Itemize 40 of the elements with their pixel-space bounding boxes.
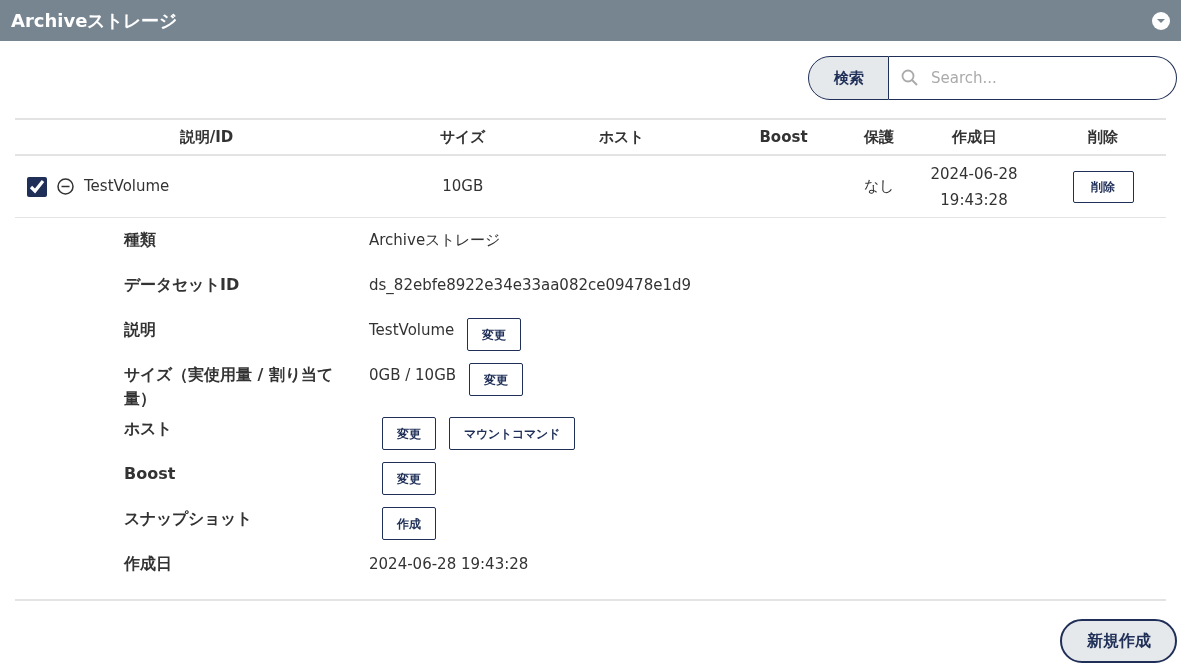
- detail-label: データセットID: [124, 274, 241, 296]
- column-header: 作成日: [951, 126, 997, 148]
- detail-value: Archiveストレージ: [369, 230, 501, 251]
- change-button[interactable]: 変更: [382, 417, 436, 450]
- detail-label: ホスト: [124, 418, 173, 440]
- detail-label: Boost: [124, 463, 177, 485]
- detail-label: 説明: [124, 319, 157, 341]
- new-button[interactable]: 新規作成: [1060, 619, 1177, 663]
- column-header: サイズ: [440, 126, 486, 148]
- volume-name: TestVolume: [84, 176, 170, 198]
- change-button[interactable]: 変更: [382, 462, 436, 495]
- panel-title: Archiveストレージ: [11, 9, 178, 33]
- detail-label: 作成日: [124, 553, 173, 575]
- collapse-icon[interactable]: [1152, 11, 1170, 30]
- delete-button[interactable]: 削除: [1072, 170, 1134, 203]
- column-header: 削除: [1088, 126, 1119, 148]
- change-button[interactable]: 変更: [467, 318, 522, 351]
- change-button[interactable]: マウントコマンド: [449, 417, 575, 450]
- row-checkbox[interactable]: [27, 176, 47, 197]
- protection-cell-text: なし: [864, 176, 894, 198]
- detail-value: ds_82ebfe8922e34e33aa082ce09478e1d9: [369, 275, 692, 296]
- detail-value: TestVolume: [369, 320, 455, 341]
- search-field[interactable]: Search...: [889, 56, 1177, 100]
- change-button[interactable]: 作成: [382, 507, 436, 540]
- detail-value: 0GB / 10GB: [369, 365, 457, 386]
- size-cell-text: 10GB: [442, 176, 484, 198]
- detail-label: 種類: [124, 229, 157, 251]
- column-header: 保護: [864, 126, 894, 148]
- column-header: 説明/ID: [179, 126, 234, 148]
- detail-label: スナップショット: [124, 508, 253, 530]
- created-date-cell-text: 2024-06-28: [930, 163, 1018, 185]
- search-button[interactable]: 検索: [808, 56, 889, 100]
- collapse-row-icon[interactable]: [57, 178, 74, 195]
- detail-label: サイズ（実使用量 / 割り当て量）: [124, 364, 334, 410]
- search-icon: [901, 69, 919, 87]
- column-header: Boost: [759, 126, 808, 148]
- column-header: ホスト: [599, 126, 645, 148]
- created-date-cell-text: 19:43:28: [940, 189, 1008, 211]
- change-button[interactable]: 変更: [469, 363, 524, 396]
- detail-value: 2024-06-28 19:43:28: [369, 554, 529, 575]
